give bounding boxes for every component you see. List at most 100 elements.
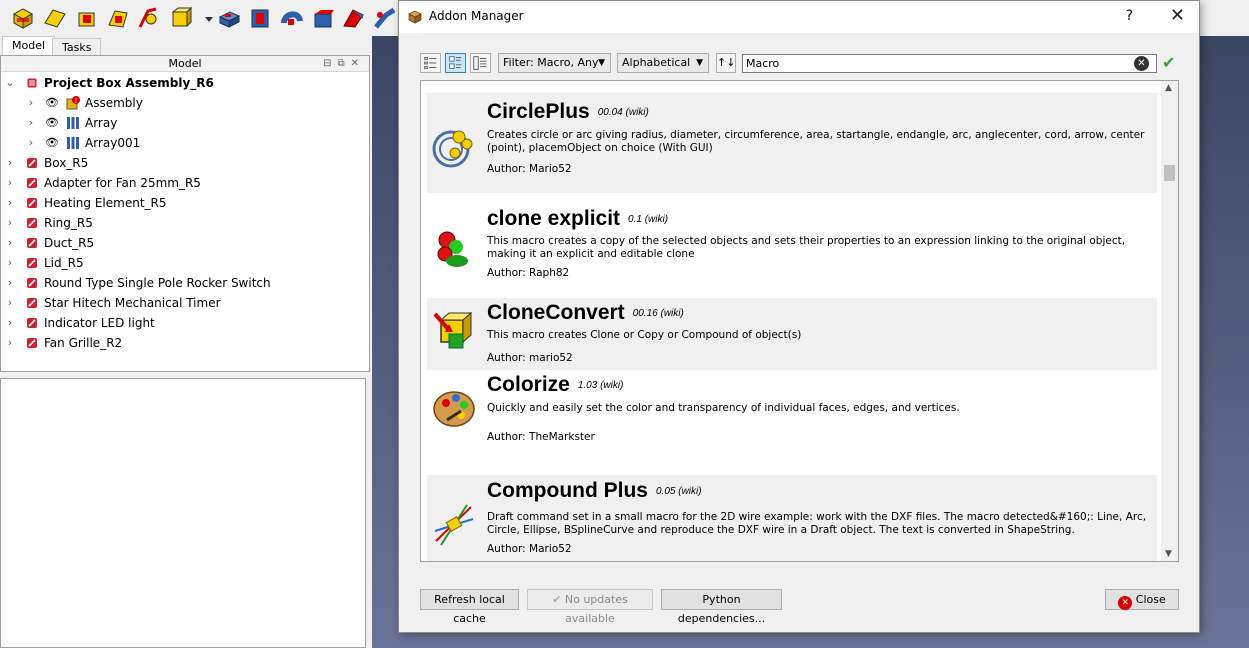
tree-item-label: Box_R5 xyxy=(44,156,89,170)
visibility-eye-icon[interactable]: 👁 xyxy=(44,93,60,113)
tree-item[interactable]: ⌄ Project Box Assembly_R6 xyxy=(1,73,369,93)
chevron-right-icon[interactable]: › xyxy=(4,153,16,173)
part-revolve-icon[interactable] xyxy=(105,5,131,31)
part-box-icon[interactable] xyxy=(10,5,36,31)
tree-item[interactable]: › Ring_R5 xyxy=(1,213,369,233)
chevron-right-icon[interactable]: › xyxy=(25,113,37,133)
tree-item[interactable]: › 👁! Assembly xyxy=(1,93,369,113)
link-icon xyxy=(25,316,39,330)
scroll-down-icon[interactable]: ▼ xyxy=(1165,549,1172,559)
visibility-eye-icon[interactable]: 👁 xyxy=(44,133,60,153)
tree-item[interactable]: › Indicator LED light xyxy=(1,313,369,333)
chevron-right-icon[interactable]: › xyxy=(4,333,16,353)
array-icon xyxy=(66,116,80,130)
filter-combobox[interactable]: Filter: Macro, Any ▼ xyxy=(498,53,611,73)
detail-view-button[interactable] xyxy=(445,53,466,73)
clear-search-icon[interactable]: ✕ xyxy=(1134,56,1149,71)
macro-author: Author: Mario52 xyxy=(487,543,572,555)
macro-name-text: Colorize xyxy=(487,373,570,396)
tree-item[interactable]: › Adapter for Fan 25mm_R5 xyxy=(1,173,369,193)
check-updates-button[interactable]: ✔ No updates available xyxy=(527,589,653,625)
chevron-right-icon[interactable]: › xyxy=(4,233,16,253)
part-extrude-icon[interactable] xyxy=(74,5,100,31)
tab-model[interactable]: Model xyxy=(2,36,56,56)
tree-item-label: Project Box Assembly_R6 xyxy=(44,76,214,90)
close-button-label: Close xyxy=(1135,593,1166,606)
close-button[interactable]: ✕ Close xyxy=(1105,589,1179,610)
pipe-icon[interactable] xyxy=(372,5,398,31)
macro-list-item[interactable]: Colorize 1.03 (wiki) Quickly and easily se… xyxy=(427,371,1157,453)
scroll-up-icon[interactable]: ▲ xyxy=(1165,83,1172,93)
chevron-right-icon[interactable]: › xyxy=(4,293,16,313)
pocket-icon[interactable] xyxy=(247,5,273,31)
tree-item-label: Star Hitech Mechanical Timer xyxy=(44,296,221,310)
model-panel-title: Model xyxy=(168,57,202,70)
link-icon xyxy=(25,196,39,210)
array-icon xyxy=(66,136,80,150)
macro-version: 00.16 (wiki) xyxy=(632,308,684,319)
refresh-cache-button[interactable]: Refresh local cache xyxy=(420,589,519,625)
macro-list-item[interactable]: CirclePlus 00.04 (wiki) Creates circle or … xyxy=(427,93,1157,193)
dialog-title: Addon Manager xyxy=(429,9,524,23)
chevron-right-icon[interactable]: › xyxy=(25,133,37,153)
link-icon xyxy=(25,296,39,310)
macro-description: This macro creates Clone or Copy or Comp… xyxy=(487,329,802,341)
macro-list[interactable]: CirclePlus 00.04 (wiki) Creates circle or … xyxy=(420,80,1179,562)
loft-icon[interactable] xyxy=(341,5,367,31)
package-icon xyxy=(408,10,422,24)
chevron-right-icon[interactable]: › xyxy=(4,213,16,233)
search-input[interactable] xyxy=(742,54,1157,73)
macro-name: clone explicit 0.1 (wiki) xyxy=(487,207,668,232)
python-dependencies-button[interactable]: Python dependencies... xyxy=(661,589,782,625)
macro-name: Colorize 1.03 (wiki) xyxy=(487,373,623,398)
macro-list-item[interactable]: clone explicit 0.1 (wiki) This macro creat… xyxy=(427,195,1157,297)
tree-item-label: Fan Grille_R2 xyxy=(44,336,123,350)
chevron-right-icon[interactable]: › xyxy=(4,173,16,193)
revolution-icon[interactable] xyxy=(279,5,305,31)
macro-list-item[interactable]: Compound Plus 0.05 (wiki) Draft command se… xyxy=(427,475,1157,561)
chevron-right-icon[interactable]: › xyxy=(25,93,37,113)
sort-value: Alphabetical xyxy=(622,56,691,69)
tree-item[interactable]: › Heating Element_R5 xyxy=(1,193,369,213)
tree-item[interactable]: › Round Type Single Pole Rocker Switch xyxy=(1,273,369,293)
chevron-right-icon[interactable]: › xyxy=(4,273,16,293)
chevron-right-icon[interactable]: › xyxy=(4,253,16,273)
tree-item[interactable]: › Fan Grille_R2 xyxy=(1,333,369,353)
macro-name-text: Compound Plus xyxy=(487,479,648,502)
tree-item[interactable]: › Box_R5 xyxy=(1,153,369,173)
sort-direction-button[interactable]: ↑↓ xyxy=(716,53,736,73)
scrollbar-thumb[interactable] xyxy=(1164,165,1175,181)
chevron-right-icon[interactable]: › xyxy=(4,193,16,213)
dialog-titlebar: Addon Manager ? ✕ xyxy=(399,1,1199,33)
macro-list-item[interactable]: CloneConvert 00.16 (wiki) This macro creat… xyxy=(427,298,1157,370)
help-button[interactable]: ? xyxy=(1126,8,1133,24)
tab-tasks[interactable]: Tasks xyxy=(52,38,102,56)
document-link-icon xyxy=(25,76,39,90)
list-scrollbar[interactable]: ▲ ▼ xyxy=(1161,81,1178,561)
chevron-down-icon[interactable]: ⌄ xyxy=(4,73,16,93)
sort-combobox[interactable]: Alphabetical ▼ xyxy=(617,53,709,73)
dialog-close-icon[interactable]: ✕ xyxy=(1170,5,1185,26)
part-loft-icon[interactable] xyxy=(42,5,68,31)
macro-version: 1.03 (wiki) xyxy=(577,380,624,391)
tree-item[interactable]: › 👁 Array001 xyxy=(1,133,369,153)
dropdown-arrow-icon[interactable] xyxy=(196,5,213,31)
panel-window-icons[interactable]: ⊟⧉✕ xyxy=(323,56,365,71)
chevron-right-icon[interactable]: › xyxy=(4,313,16,333)
list-view-button[interactable] xyxy=(420,53,441,73)
pad-icon[interactable] xyxy=(216,5,242,31)
tree-item[interactable]: › Lid_R5 xyxy=(1,253,369,273)
tree-item[interactable]: › Star Hitech Mechanical Timer xyxy=(1,293,369,313)
macro-author: Author: TheMarkster xyxy=(487,431,595,443)
groove-icon[interactable] xyxy=(310,5,336,31)
compact-view-button[interactable] xyxy=(470,53,491,73)
tree-item-label: Ring_R5 xyxy=(44,216,93,230)
macro-description: Creates circle or arc giving radius, dia… xyxy=(487,129,1145,154)
part-primitive-icon[interactable] xyxy=(168,5,194,31)
link-icon xyxy=(25,236,39,250)
tree-item[interactable]: › 👁 Array xyxy=(1,113,369,133)
part-sweep-icon[interactable] xyxy=(136,5,162,31)
tree-item[interactable]: › Duct_R5 xyxy=(1,233,369,253)
macro-icon xyxy=(431,225,477,271)
visibility-eye-icon[interactable]: 👁 xyxy=(44,113,60,133)
